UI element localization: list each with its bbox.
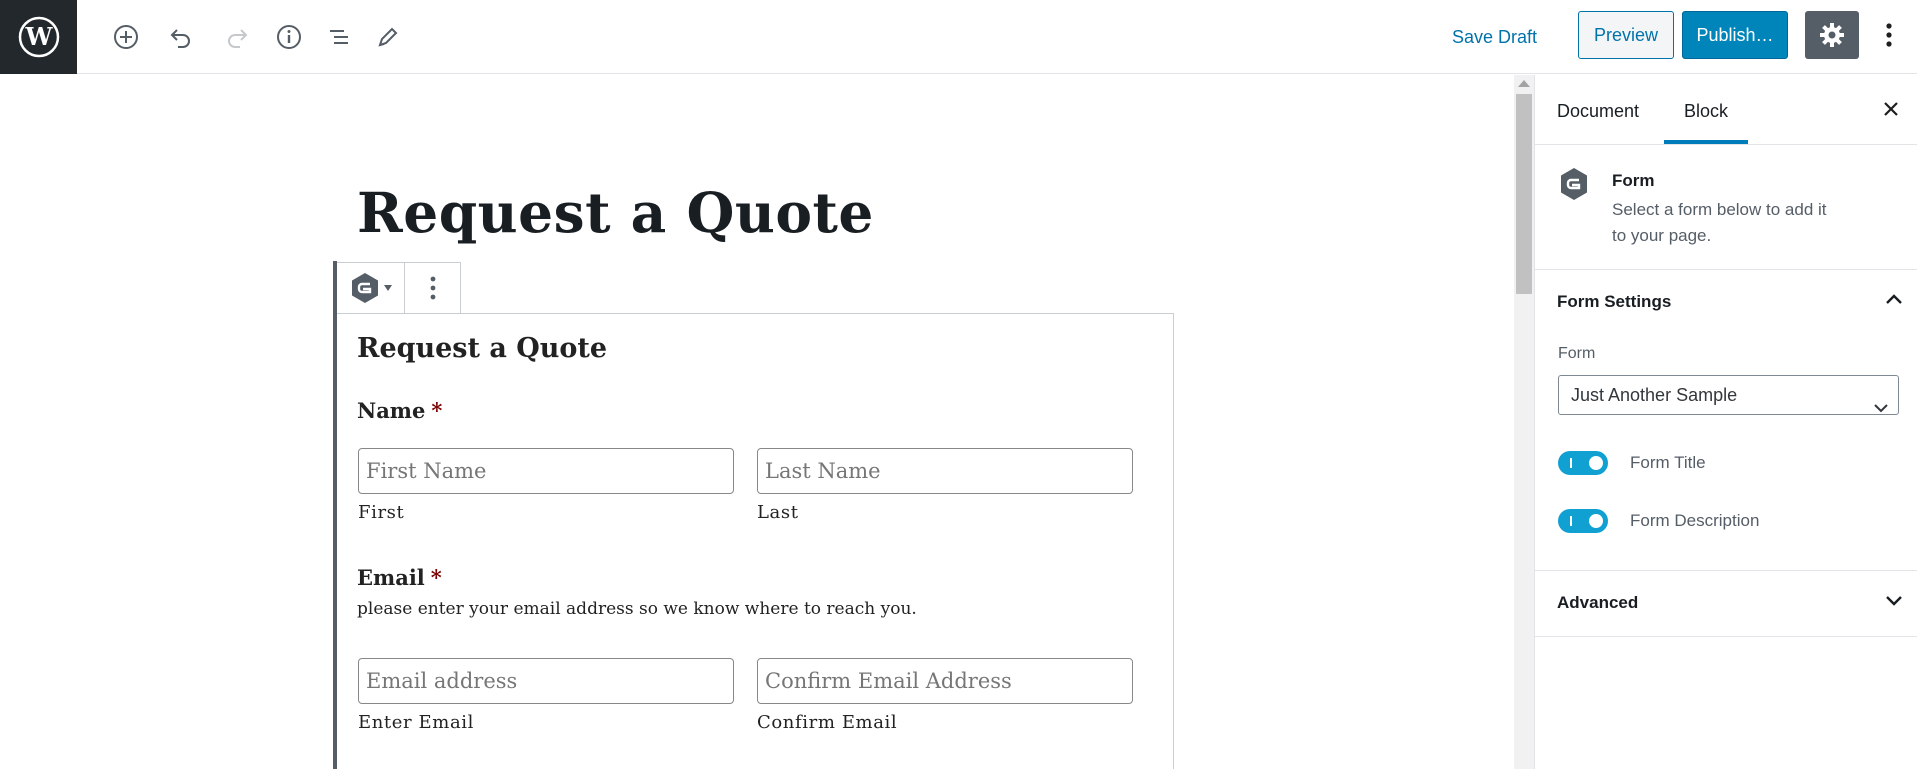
caret-down-icon <box>383 285 392 291</box>
advanced-panel-toggle[interactable]: Advanced <box>1535 571 1917 635</box>
form-description-toggle-label: Form Description <box>1630 511 1760 530</box>
more-options-icon[interactable] <box>1874 15 1904 55</box>
form-description-toggle[interactable] <box>1558 509 1608 533</box>
email-input[interactable]: Email address <box>358 658 734 704</box>
form-title: Request a Quote <box>357 333 608 364</box>
settings-gear-icon[interactable] <box>1805 11 1859 59</box>
form-title-toggle[interactable] <box>1558 451 1608 475</box>
email-description: please enter your email address so we kn… <box>357 599 917 619</box>
editor-header: W Save Draft Preview Publish… <box>0 0 1917 74</box>
confirm-email-sublabel: Confirm Email <box>757 712 898 733</box>
undo-icon[interactable] <box>161 17 201 57</box>
editor-canvas: Request a Quote Request a Quote Name * Fi… <box>0 75 1514 769</box>
sidebar-tabs: Document Block <box>1535 75 1917 145</box>
last-sublabel: Last <box>757 502 799 523</box>
form-settings-title: Form Settings <box>1557 292 1672 311</box>
info-icon[interactable] <box>269 17 309 57</box>
enter-email-sublabel: Enter Email <box>358 712 474 733</box>
scroll-up-arrow-icon[interactable] <box>1518 80 1530 87</box>
redo-icon[interactable] <box>217 17 257 57</box>
panel-divider <box>1535 636 1917 637</box>
tab-block[interactable]: Block <box>1664 75 1748 144</box>
block-card: Form Select a form below to add it to yo… <box>1535 145 1917 270</box>
form-settings-panel-toggle[interactable]: Form Settings <box>1535 270 1917 334</box>
required-mark: * <box>430 565 442 590</box>
gravity-forms-icon <box>351 273 378 303</box>
first-sublabel: First <box>358 502 405 523</box>
block-navigation-icon[interactable] <box>320 17 360 57</box>
chevron-up-icon <box>1885 292 1903 310</box>
edit-pencil-icon[interactable] <box>368 17 408 57</box>
chevron-down-icon <box>1885 593 1903 611</box>
gravity-form-block[interactable]: Request a Quote Name * First Name First L… <box>337 313 1174 769</box>
svg-text:W: W <box>24 22 53 51</box>
preview-button[interactable]: Preview <box>1578 11 1674 59</box>
name-label-text: Name <box>357 398 426 423</box>
tab-document[interactable]: Document <box>1557 75 1639 144</box>
chevron-down-icon <box>1874 388 1888 426</box>
add-block-icon[interactable] <box>106 17 146 57</box>
last-name-input[interactable]: Last Name <box>757 448 1133 494</box>
block-card-description: Select a form below to add it to your pa… <box>1612 200 1827 245</box>
form-title-toggle-label: Form Title <box>1630 453 1706 472</box>
block-switcher-button[interactable] <box>337 263 406 313</box>
required-mark: * <box>431 398 443 423</box>
post-title[interactable]: Request a Quote <box>357 180 874 245</box>
form-select-value: Just Another Sample <box>1571 385 1738 405</box>
form-select-label: Form <box>1558 345 1596 362</box>
block-card-title: Form <box>1612 171 1655 190</box>
first-name-input[interactable]: First Name <box>358 448 734 494</box>
name-field-label: Name * <box>357 398 442 423</box>
settings-sidebar: Document Block Form Select a form below … <box>1534 75 1917 769</box>
email-field-label: Email * <box>357 565 442 590</box>
scrollbar-thumb[interactable] <box>1516 94 1532 294</box>
block-toolbar <box>337 262 461 314</box>
publish-button[interactable]: Publish… <box>1682 11 1788 59</box>
email-label-text: Email <box>357 565 425 590</box>
close-icon[interactable] <box>1877 95 1905 123</box>
form-select[interactable]: Just Another Sample <box>1558 375 1899 415</box>
save-draft-button[interactable]: Save Draft <box>1452 24 1537 50</box>
block-more-options-icon[interactable] <box>405 263 460 313</box>
confirm-email-input[interactable]: Confirm Email Address <box>757 658 1133 704</box>
advanced-title: Advanced <box>1557 593 1639 612</box>
gravity-forms-icon <box>1559 167 1589 206</box>
wordpress-logo-icon[interactable]: W <box>0 0 77 74</box>
